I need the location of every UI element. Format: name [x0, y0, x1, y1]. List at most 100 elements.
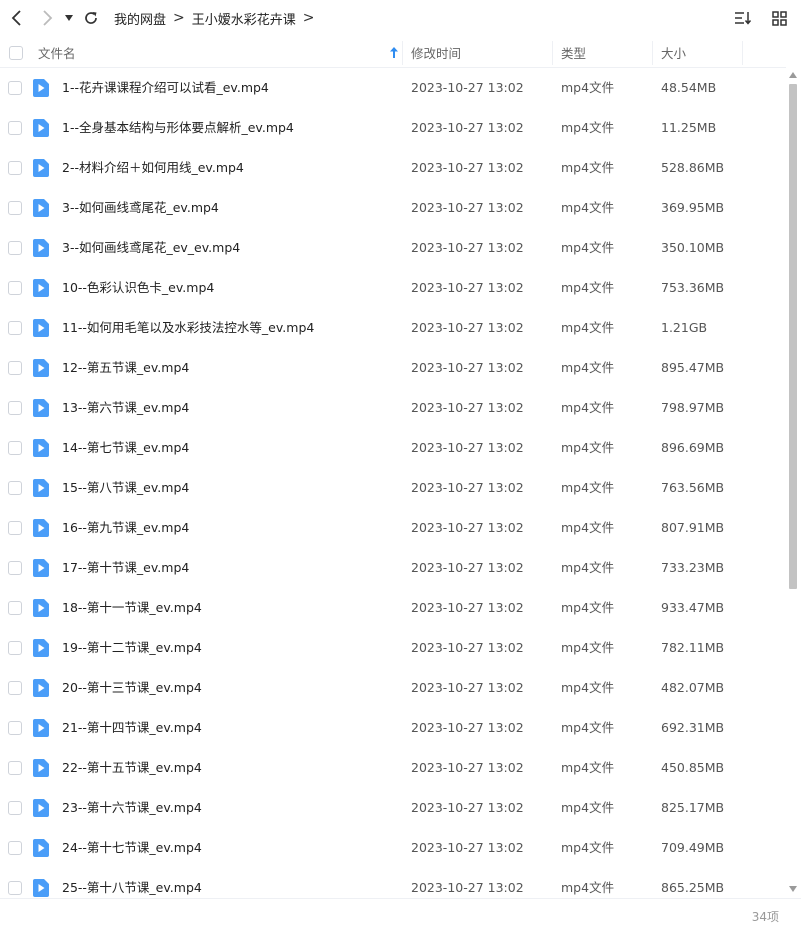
row-checkbox[interactable] [8, 121, 22, 135]
row-checkbox[interactable] [8, 641, 22, 655]
video-file-icon [33, 719, 49, 740]
file-row[interactable]: 10--色彩认识色卡_ev.mp4 2023-10-27 13:02 mp4文件 75… [0, 268, 786, 308]
file-size: 895.47MB [661, 360, 725, 375]
file-type: mp4文件 [561, 120, 615, 135]
select-all-checkbox[interactable] [9, 45, 23, 60]
file-row[interactable]: 1--花卉课课程介绍可以试看_ev.mp4 2023-10-27 13:02 mp4… [0, 68, 786, 108]
history-dropdown-button[interactable] [62, 5, 76, 31]
refresh-icon [85, 12, 97, 24]
file-size: 896.69MB [661, 440, 725, 455]
vertical-scrollbar[interactable] [787, 68, 799, 896]
header-type[interactable]: 类型 [561, 37, 586, 68]
row-checkbox[interactable] [8, 201, 22, 215]
row-checkbox[interactable] [8, 841, 22, 855]
file-row[interactable]: 18--第十一节课_ev.mp4 2023-10-27 13:02 mp4文件 933… [0, 588, 786, 628]
file-type: mp4文件 [561, 80, 615, 95]
file-name[interactable]: 17--第十节课_ev.mp4 [62, 548, 189, 588]
scroll-up-arrow[interactable] [789, 72, 797, 78]
file-name[interactable]: 23--第十六节课_ev.mp4 [62, 788, 202, 828]
file-modified-time: 2023-10-27 13:02 [411, 360, 524, 375]
file-row[interactable]: 24--第十七节课_ev.mp4 2023-10-27 13:02 mp4文件 709… [0, 828, 786, 868]
file-type: mp4文件 [561, 680, 615, 695]
file-name[interactable]: 14--第七节课_ev.mp4 [62, 428, 189, 468]
file-row[interactable]: 21--第十四节课_ev.mp4 2023-10-27 13:02 mp4文件 692… [0, 708, 786, 748]
file-row[interactable]: 16--第九节课_ev.mp4 2023-10-27 13:02 mp4文件 807.… [0, 508, 786, 548]
row-checkbox[interactable] [8, 321, 22, 335]
file-name[interactable]: 18--第十一节课_ev.mp4 [62, 588, 202, 628]
file-size: 807.91MB [661, 520, 725, 535]
view-controls [731, 6, 791, 30]
file-row[interactable]: 13--第六节课_ev.mp4 2023-10-27 13:02 mp4文件 798.… [0, 388, 786, 428]
video-file-icon [33, 679, 49, 700]
file-name[interactable]: 15--第八节课_ev.mp4 [62, 468, 189, 508]
file-modified-time: 2023-10-27 13:02 [411, 600, 524, 615]
file-name[interactable]: 16--第九节课_ev.mp4 [62, 508, 189, 548]
video-file-icon [33, 319, 49, 340]
file-row[interactable]: 1--全身基本结构与形体要点解析_ev.mp4 2023-10-27 13:02 m… [0, 108, 786, 148]
grid-icon [771, 10, 787, 26]
file-row[interactable]: 19--第十二节课_ev.mp4 2023-10-27 13:02 mp4文件 782… [0, 628, 786, 668]
row-checkbox[interactable] [8, 521, 22, 535]
grid-view-button[interactable] [767, 6, 791, 30]
row-checkbox[interactable] [8, 401, 22, 415]
file-row[interactable]: 17--第十节课_ev.mp4 2023-10-27 13:02 mp4文件 733.… [0, 548, 786, 588]
row-checkbox[interactable] [8, 281, 22, 295]
row-checkbox[interactable] [8, 481, 22, 495]
file-name[interactable]: 1--花卉课课程介绍可以试看_ev.mp4 [62, 68, 269, 108]
row-checkbox[interactable] [8, 561, 22, 575]
breadcrumb-current[interactable]: 王小嫒水彩花卉课 [192, 9, 296, 28]
header-size[interactable]: 大小 [661, 37, 686, 68]
row-checkbox[interactable] [8, 81, 22, 95]
file-name[interactable]: 3--如何画线鸢尾花_ev_ev.mp4 [62, 228, 240, 268]
row-checkbox[interactable] [8, 721, 22, 735]
sort-button[interactable] [731, 6, 755, 30]
file-row[interactable]: 14--第七节课_ev.mp4 2023-10-27 13:02 mp4文件 896.… [0, 428, 786, 468]
row-checkbox[interactable] [8, 441, 22, 455]
file-row[interactable]: 15--第八节课_ev.mp4 2023-10-27 13:02 mp4文件 763.… [0, 468, 786, 508]
breadcrumb-separator: > [173, 10, 185, 26]
file-name[interactable]: 21--第十四节课_ev.mp4 [62, 708, 202, 748]
row-checkbox[interactable] [8, 761, 22, 775]
forward-button[interactable] [34, 5, 60, 31]
file-row[interactable]: 2--材料介绍＋如何用线_ev.mp4 2023-10-27 13:02 mp4文件… [0, 148, 786, 188]
file-row[interactable]: 23--第十六节课_ev.mp4 2023-10-27 13:02 mp4文件 825… [0, 788, 786, 828]
row-checkbox[interactable] [8, 801, 22, 815]
file-name[interactable]: 11--如何用毛笔以及水彩技法控水等_ev.mp4 [62, 308, 314, 348]
header-time[interactable]: 修改时间 [411, 37, 461, 68]
file-name[interactable]: 2--材料介绍＋如何用线_ev.mp4 [62, 148, 244, 188]
row-checkbox[interactable] [8, 681, 22, 695]
file-type: mp4文件 [561, 280, 615, 295]
file-type: mp4文件 [561, 520, 615, 535]
row-checkbox[interactable] [8, 881, 22, 895]
file-name[interactable]: 1--全身基本结构与形体要点解析_ev.mp4 [62, 108, 294, 148]
file-row[interactable]: 20--第十三节课_ev.mp4 2023-10-27 13:02 mp4文件 482… [0, 668, 786, 708]
file-row[interactable]: 12--第五节课_ev.mp4 2023-10-27 13:02 mp4文件 895.… [0, 348, 786, 388]
file-name[interactable]: 22--第十五节课_ev.mp4 [62, 748, 202, 788]
row-checkbox[interactable] [8, 161, 22, 175]
header-name[interactable]: 文件名 [38, 37, 400, 68]
file-row[interactable]: 11--如何用毛笔以及水彩技法控水等_ev.mp4 2023-10-27 13:0… [0, 308, 786, 348]
row-checkbox[interactable] [8, 361, 22, 375]
file-name[interactable]: 13--第六节课_ev.mp4 [62, 388, 189, 428]
back-button[interactable] [4, 5, 30, 31]
file-name[interactable]: 10--色彩认识色卡_ev.mp4 [62, 268, 214, 308]
row-checkbox[interactable] [8, 241, 22, 255]
file-row[interactable]: 3--如何画线鸢尾花_ev_ev.mp4 2023-10-27 13:02 mp4文… [0, 228, 786, 268]
file-modified-time: 2023-10-27 13:02 [411, 640, 524, 655]
file-name[interactable]: 12--第五节课_ev.mp4 [62, 348, 189, 388]
file-modified-time: 2023-10-27 13:02 [411, 560, 524, 575]
scroll-down-arrow[interactable] [789, 886, 797, 892]
refresh-button[interactable] [78, 5, 104, 31]
file-modified-time: 2023-10-27 13:02 [411, 280, 524, 295]
file-row[interactable]: 22--第十五节课_ev.mp4 2023-10-27 13:02 mp4文件 450… [0, 748, 786, 788]
file-name[interactable]: 20--第十三节课_ev.mp4 [62, 668, 202, 708]
scrollbar-thumb[interactable] [789, 84, 797, 589]
row-checkbox[interactable] [8, 601, 22, 615]
file-name[interactable]: 19--第十二节课_ev.mp4 [62, 628, 202, 668]
header-type-label: 类型 [561, 46, 587, 61]
file-name[interactable]: 3--如何画线鸢尾花_ev.mp4 [62, 188, 219, 228]
file-size: 528.86MB [661, 160, 725, 175]
file-row[interactable]: 3--如何画线鸢尾花_ev.mp4 2023-10-27 13:02 mp4文件 36… [0, 188, 786, 228]
breadcrumb-root[interactable]: 我的网盘 [114, 9, 166, 28]
file-name[interactable]: 24--第十七节课_ev.mp4 [62, 828, 202, 868]
